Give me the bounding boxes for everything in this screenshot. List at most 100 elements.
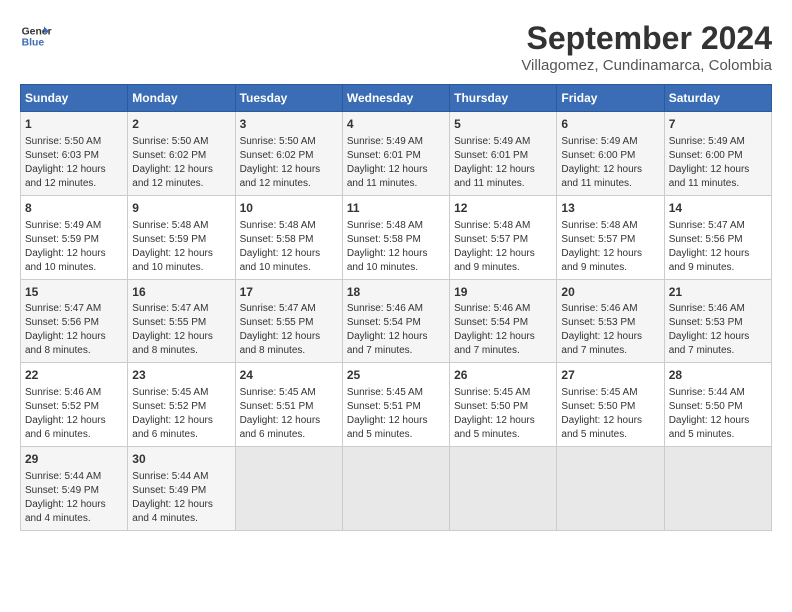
cell-day: 22 [25, 367, 123, 384]
cell-day: 21 [669, 284, 767, 301]
calendar-week-1: 1 Sunrise: 5:50 AMSunset: 6:03 PMDayligh… [21, 112, 772, 196]
cell-info: Sunrise: 5:50 AMSunset: 6:02 PMDaylight:… [132, 135, 230, 191]
cell-info: Sunrise: 5:44 AMSunset: 5:50 PMDaylight:… [669, 386, 767, 442]
day-header-thursday: Thursday [450, 85, 557, 112]
calendar-cell: 3 Sunrise: 5:50 AMSunset: 6:02 PMDayligh… [235, 112, 342, 196]
cell-info: Sunrise: 5:49 AMSunset: 6:01 PMDaylight:… [347, 135, 445, 191]
calendar-cell: 27 Sunrise: 5:45 AMSunset: 5:50 PMDaylig… [557, 363, 664, 447]
cell-day: 26 [454, 367, 552, 384]
calendar-table: SundayMondayTuesdayWednesdayThursdayFrid… [20, 84, 772, 531]
cell-info: Sunrise: 5:48 AMSunset: 5:57 PMDaylight:… [454, 219, 552, 275]
calendar-cell: 1 Sunrise: 5:50 AMSunset: 6:03 PMDayligh… [21, 112, 128, 196]
cell-day: 18 [347, 284, 445, 301]
cell-day: 12 [454, 200, 552, 217]
cell-info: Sunrise: 5:45 AMSunset: 5:50 PMDaylight:… [561, 386, 659, 442]
cell-info: Sunrise: 5:45 AMSunset: 5:52 PMDaylight:… [132, 386, 230, 442]
logo-icon: General Blue [20, 20, 52, 52]
cell-info: Sunrise: 5:47 AMSunset: 5:55 PMDaylight:… [132, 302, 230, 358]
cell-info: Sunrise: 5:49 AMSunset: 5:59 PMDaylight:… [25, 219, 123, 275]
calendar-header-row: SundayMondayTuesdayWednesdayThursdayFrid… [21, 85, 772, 112]
cell-info: Sunrise: 5:47 AMSunset: 5:56 PMDaylight:… [669, 219, 767, 275]
page-subtitle: Villagomez, Cundinamarca, Colombia [521, 57, 772, 74]
day-header-wednesday: Wednesday [342, 85, 449, 112]
calendar-cell: 24 Sunrise: 5:45 AMSunset: 5:51 PMDaylig… [235, 363, 342, 447]
cell-info: Sunrise: 5:46 AMSunset: 5:53 PMDaylight:… [561, 302, 659, 358]
calendar-cell: 21 Sunrise: 5:46 AMSunset: 5:53 PMDaylig… [664, 279, 771, 363]
cell-info: Sunrise: 5:48 AMSunset: 5:58 PMDaylight:… [347, 219, 445, 275]
calendar-cell: 11 Sunrise: 5:48 AMSunset: 5:58 PMDaylig… [342, 195, 449, 279]
cell-info: Sunrise: 5:50 AMSunset: 6:03 PMDaylight:… [25, 135, 123, 191]
calendar-week-4: 22 Sunrise: 5:46 AMSunset: 5:52 PMDaylig… [21, 363, 772, 447]
day-header-sunday: Sunday [21, 85, 128, 112]
cell-day: 25 [347, 367, 445, 384]
calendar-week-2: 8 Sunrise: 5:49 AMSunset: 5:59 PMDayligh… [21, 195, 772, 279]
calendar-cell: 28 Sunrise: 5:44 AMSunset: 5:50 PMDaylig… [664, 363, 771, 447]
cell-day: 1 [25, 116, 123, 133]
calendar-cell: 10 Sunrise: 5:48 AMSunset: 5:58 PMDaylig… [235, 195, 342, 279]
cell-day: 13 [561, 200, 659, 217]
cell-info: Sunrise: 5:50 AMSunset: 6:02 PMDaylight:… [240, 135, 338, 191]
cell-day: 14 [669, 200, 767, 217]
calendar-cell [342, 447, 449, 531]
calendar-week-5: 29 Sunrise: 5:44 AMSunset: 5:49 PMDaylig… [21, 447, 772, 531]
calendar-cell: 13 Sunrise: 5:48 AMSunset: 5:57 PMDaylig… [557, 195, 664, 279]
cell-day: 16 [132, 284, 230, 301]
cell-day: 10 [240, 200, 338, 217]
cell-info: Sunrise: 5:46 AMSunset: 5:52 PMDaylight:… [25, 386, 123, 442]
calendar-cell [664, 447, 771, 531]
page-header: General Blue September 2024 Villagomez, … [20, 20, 772, 74]
cell-info: Sunrise: 5:46 AMSunset: 5:53 PMDaylight:… [669, 302, 767, 358]
calendar-cell: 20 Sunrise: 5:46 AMSunset: 5:53 PMDaylig… [557, 279, 664, 363]
cell-day: 11 [347, 200, 445, 217]
cell-info: Sunrise: 5:46 AMSunset: 5:54 PMDaylight:… [454, 302, 552, 358]
calendar-cell: 14 Sunrise: 5:47 AMSunset: 5:56 PMDaylig… [664, 195, 771, 279]
cell-day: 27 [561, 367, 659, 384]
calendar-cell: 6 Sunrise: 5:49 AMSunset: 6:00 PMDayligh… [557, 112, 664, 196]
calendar-cell: 18 Sunrise: 5:46 AMSunset: 5:54 PMDaylig… [342, 279, 449, 363]
cell-info: Sunrise: 5:46 AMSunset: 5:54 PMDaylight:… [347, 302, 445, 358]
cell-day: 19 [454, 284, 552, 301]
cell-info: Sunrise: 5:47 AMSunset: 5:56 PMDaylight:… [25, 302, 123, 358]
calendar-cell: 12 Sunrise: 5:48 AMSunset: 5:57 PMDaylig… [450, 195, 557, 279]
calendar-cell: 17 Sunrise: 5:47 AMSunset: 5:55 PMDaylig… [235, 279, 342, 363]
title-block: September 2024 Villagomez, Cundinamarca,… [521, 20, 772, 74]
cell-info: Sunrise: 5:49 AMSunset: 6:00 PMDaylight:… [669, 135, 767, 191]
calendar-cell: 8 Sunrise: 5:49 AMSunset: 5:59 PMDayligh… [21, 195, 128, 279]
cell-info: Sunrise: 5:44 AMSunset: 5:49 PMDaylight:… [25, 470, 123, 526]
cell-day: 28 [669, 367, 767, 384]
cell-day: 6 [561, 116, 659, 133]
calendar-cell [450, 447, 557, 531]
cell-info: Sunrise: 5:49 AMSunset: 6:01 PMDaylight:… [454, 135, 552, 191]
cell-info: Sunrise: 5:45 AMSunset: 5:51 PMDaylight:… [240, 386, 338, 442]
day-header-tuesday: Tuesday [235, 85, 342, 112]
calendar-cell: 23 Sunrise: 5:45 AMSunset: 5:52 PMDaylig… [128, 363, 235, 447]
calendar-cell: 26 Sunrise: 5:45 AMSunset: 5:50 PMDaylig… [450, 363, 557, 447]
cell-day: 15 [25, 284, 123, 301]
cell-day: 17 [240, 284, 338, 301]
calendar-cell [557, 447, 664, 531]
calendar-cell: 15 Sunrise: 5:47 AMSunset: 5:56 PMDaylig… [21, 279, 128, 363]
day-header-friday: Friday [557, 85, 664, 112]
calendar-cell: 30 Sunrise: 5:44 AMSunset: 5:49 PMDaylig… [128, 447, 235, 531]
cell-day: 20 [561, 284, 659, 301]
cell-day: 8 [25, 200, 123, 217]
calendar-cell: 19 Sunrise: 5:46 AMSunset: 5:54 PMDaylig… [450, 279, 557, 363]
calendar-cell: 29 Sunrise: 5:44 AMSunset: 5:49 PMDaylig… [21, 447, 128, 531]
calendar-cell: 16 Sunrise: 5:47 AMSunset: 5:55 PMDaylig… [128, 279, 235, 363]
calendar-cell: 2 Sunrise: 5:50 AMSunset: 6:02 PMDayligh… [128, 112, 235, 196]
cell-day: 24 [240, 367, 338, 384]
cell-day: 3 [240, 116, 338, 133]
cell-day: 2 [132, 116, 230, 133]
calendar-cell: 7 Sunrise: 5:49 AMSunset: 6:00 PMDayligh… [664, 112, 771, 196]
day-header-monday: Monday [128, 85, 235, 112]
cell-info: Sunrise: 5:49 AMSunset: 6:00 PMDaylight:… [561, 135, 659, 191]
calendar-cell: 9 Sunrise: 5:48 AMSunset: 5:59 PMDayligh… [128, 195, 235, 279]
cell-day: 23 [132, 367, 230, 384]
cell-day: 5 [454, 116, 552, 133]
cell-day: 30 [132, 451, 230, 468]
cell-info: Sunrise: 5:48 AMSunset: 5:57 PMDaylight:… [561, 219, 659, 275]
calendar-cell: 25 Sunrise: 5:45 AMSunset: 5:51 PMDaylig… [342, 363, 449, 447]
calendar-body: 1 Sunrise: 5:50 AMSunset: 6:03 PMDayligh… [21, 112, 772, 531]
cell-info: Sunrise: 5:47 AMSunset: 5:55 PMDaylight:… [240, 302, 338, 358]
cell-info: Sunrise: 5:44 AMSunset: 5:49 PMDaylight:… [132, 470, 230, 526]
